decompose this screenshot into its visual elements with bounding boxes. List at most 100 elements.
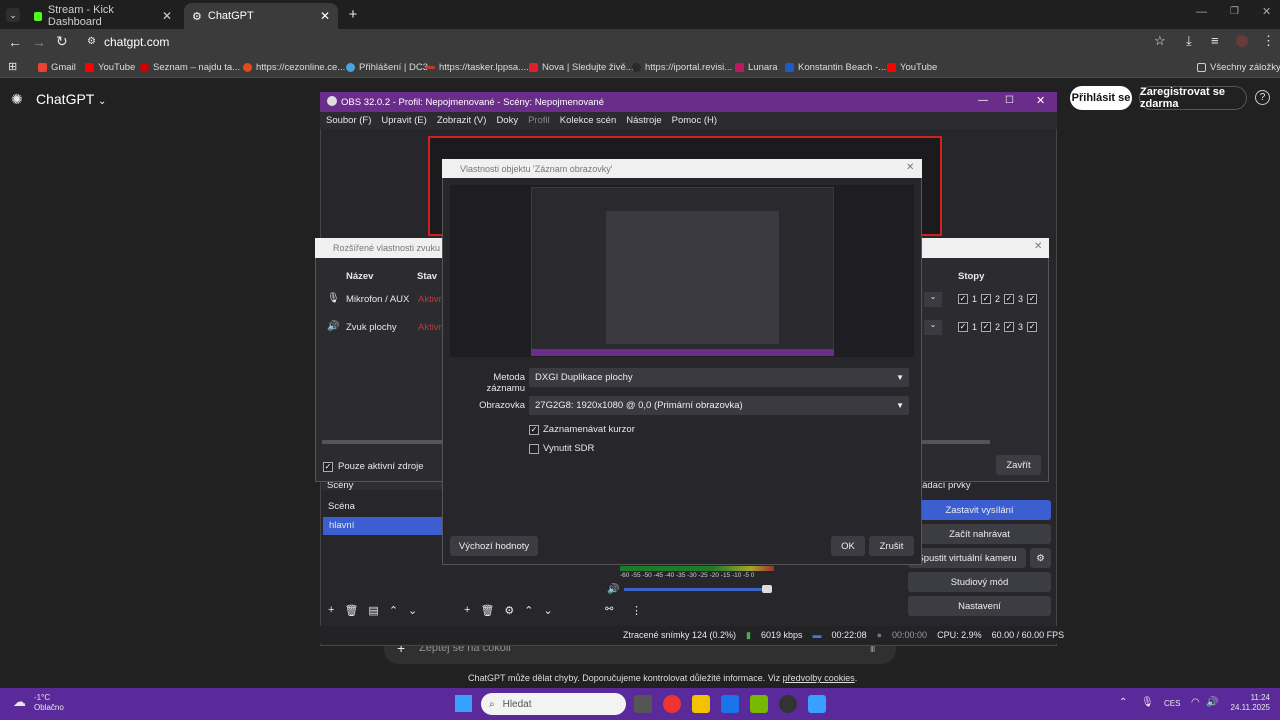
app-icon[interactable]	[808, 695, 826, 713]
address-field[interactable]: chatgpt.com	[80, 33, 1175, 52]
force-sdr-checkbox[interactable]	[529, 443, 539, 454]
start-recording-button[interactable]: Začít nahrávat	[908, 524, 1051, 544]
menu-view[interactable]: Zobrazit (V)	[437, 115, 487, 126]
bookmark-dc3[interactable]: Přihlášení | DC3	[346, 60, 428, 74]
track-checkbox[interactable]: ✓	[1027, 294, 1038, 304]
capture-cursor-toggle[interactable]: ✓ Zaznamenávat kurzor	[529, 424, 635, 435]
bookmark-konstantin[interactable]: Konstantin Beach -...	[785, 60, 886, 74]
trash-icon[interactable]: 🗑	[344, 604, 358, 617]
obs-maximize-icon[interactable]: ☐	[1005, 95, 1014, 106]
volume-handle[interactable]	[762, 585, 772, 593]
bookmark-tasker[interactable]: https://tasker.lppsa....	[426, 60, 529, 74]
trash-icon[interactable]: 🗑	[480, 604, 494, 617]
bookmark-seznam[interactable]: Seznam – najdu ta...	[140, 60, 240, 74]
volume-icon[interactable]: 🔊	[1206, 697, 1218, 708]
track-checkbox[interactable]: ✓	[1004, 322, 1015, 332]
bookmark-star-icon[interactable]: ☆	[1154, 33, 1166, 49]
bookmark-nova[interactable]: Nova | Sledujte živě...	[529, 60, 634, 74]
back-icon[interactable]: ←	[8, 34, 22, 50]
bookmark-gmail[interactable]: Gmail	[38, 60, 76, 74]
tab-chatgpt[interactable]: ⚙ ChatGPT ✕	[184, 3, 338, 29]
track-checkbox[interactable]: ✓	[958, 294, 968, 304]
start-icon[interactable]	[455, 695, 472, 712]
virtual-camera-gear-icon[interactable]: ⚙	[1030, 548, 1051, 568]
help-icon[interactable]: ?	[1255, 90, 1270, 105]
close-icon[interactable]: ✕	[162, 9, 172, 23]
profile-avatar[interactable]	[1236, 35, 1248, 47]
close-window-icon[interactable]: ✕	[1262, 5, 1271, 18]
apps-icon[interactable]: ⊞	[8, 60, 17, 73]
mic-tray-icon[interactable]: 🎙	[1141, 697, 1154, 708]
cancel-button[interactable]: Zrušit	[869, 536, 914, 556]
bookmark-youtube-2[interactable]: YouTube	[887, 60, 937, 74]
model-selector[interactable]: ChatGPT ⌄	[36, 91, 106, 107]
mixer-menu-icon[interactable]: ⋮	[631, 604, 642, 617]
clock[interactable]: 11:24 24.11.2025	[1228, 693, 1270, 713]
menu-scene-collection[interactable]: Kolekce scén	[560, 115, 617, 126]
obs-taskbar-icon[interactable]	[779, 695, 797, 713]
audio-close-button[interactable]: Zavřít	[996, 455, 1041, 475]
bookmark-lunara[interactable]: Lunara	[735, 60, 778, 74]
monitor-dropdown[interactable]: ⌄	[924, 292, 942, 307]
add-icon[interactable]: +	[464, 604, 470, 617]
menu-icon[interactable]: ⋮	[1262, 33, 1275, 49]
weather-icon[interactable]: ☁	[13, 694, 26, 710]
properties-close-icon[interactable]: ✕	[906, 162, 914, 173]
screen-select[interactable]: 27G2G8: 1920x1080 @ 0,0 (Primární obrazo…	[529, 396, 909, 415]
ok-button[interactable]: OK	[831, 536, 865, 556]
defaults-button[interactable]: Výchozí hodnoty	[450, 536, 538, 556]
taskbar-search[interactable]: ⌕ Hledat	[481, 693, 626, 715]
track-checkbox[interactable]: ✓	[958, 322, 968, 332]
tab-search-icon[interactable]: ⌄	[6, 8, 20, 22]
add-icon[interactable]: +	[328, 604, 334, 617]
up-icon[interactable]: ⌃	[389, 604, 398, 617]
menu-tools[interactable]: Nástroje	[626, 115, 661, 126]
bookmark-youtube[interactable]: YouTube	[85, 60, 135, 74]
mixer-link-icon[interactable]: ⚯	[605, 604, 613, 615]
up-icon[interactable]: ⌃	[524, 604, 533, 617]
explorer-icon[interactable]	[692, 695, 710, 713]
horizontal-scrollbar[interactable]	[922, 440, 990, 444]
only-active-checkbox[interactable]: ✓	[323, 461, 333, 472]
obs-close-icon[interactable]: ✕	[1036, 94, 1045, 107]
reload-icon[interactable]: ↻	[56, 33, 68, 50]
site-info-icon[interactable]: ⚙	[87, 36, 96, 47]
all-bookmarks[interactable]: Všechny záložky	[1197, 60, 1280, 74]
bookmark-cezonline[interactable]: https://cezonline.ce...	[243, 60, 345, 74]
settings-button[interactable]: Nastavení	[908, 596, 1051, 616]
stop-streaming-button[interactable]: Zastavit vysílání	[908, 500, 1051, 520]
menu-edit[interactable]: Upravit (E)	[381, 115, 426, 126]
cookie-link[interactable]: předvolby cookies	[783, 673, 855, 683]
track-checkbox[interactable]: ✓	[981, 294, 992, 304]
audio-dialog-close-icon[interactable]: ✕	[1034, 241, 1042, 252]
tab-kick-dashboard[interactable]: Stream - Kick Dashboard ✕	[26, 3, 180, 29]
down-icon[interactable]: ⌄	[408, 604, 417, 617]
monitor-dropdown[interactable]: ⌄	[924, 320, 942, 335]
signup-button[interactable]: Zaregistrovat se zdarma	[1139, 86, 1247, 110]
track-checkbox[interactable]: ✓	[981, 322, 992, 332]
menu-file[interactable]: Soubor (F)	[326, 115, 371, 126]
horizontal-scrollbar[interactable]	[322, 440, 444, 444]
language-indicator[interactable]: CES	[1164, 699, 1180, 708]
store-icon[interactable]	[721, 695, 739, 713]
wifi-icon[interactable]: ◠	[1191, 697, 1200, 708]
new-tab-button[interactable]: +	[344, 6, 362, 24]
capture-method-select[interactable]: DXGI Duplikace plochy ▼	[529, 368, 909, 387]
minimize-icon[interactable]: —	[1196, 6, 1207, 18]
menu-help[interactable]: Pomoc (H)	[672, 115, 717, 126]
menu-profile[interactable]: Profil	[528, 115, 550, 126]
chrome-icon[interactable]	[663, 695, 681, 713]
virtual-camera-button[interactable]: Spustit virtuální kameru	[908, 548, 1026, 568]
scene-item-selected[interactable]: hlavní	[323, 517, 442, 535]
task-view-icon[interactable]	[634, 695, 652, 713]
force-sdr-toggle[interactable]: Vynutit SDR	[529, 443, 594, 454]
media-icon[interactable]: ≡	[1211, 33, 1219, 48]
forward-icon[interactable]: →	[32, 34, 46, 50]
studio-mode-button[interactable]: Studiový mód	[908, 572, 1051, 592]
nvidia-icon[interactable]	[750, 695, 768, 713]
track-checkbox[interactable]: ✓	[1004, 294, 1015, 304]
capture-cursor-checkbox[interactable]: ✓	[529, 424, 539, 435]
tray-chevron-icon[interactable]: ⌃	[1119, 697, 1127, 708]
bookmark-iportal[interactable]: https://iportal.revisi...	[632, 60, 732, 74]
filter-icon[interactable]: ▤	[368, 604, 378, 617]
